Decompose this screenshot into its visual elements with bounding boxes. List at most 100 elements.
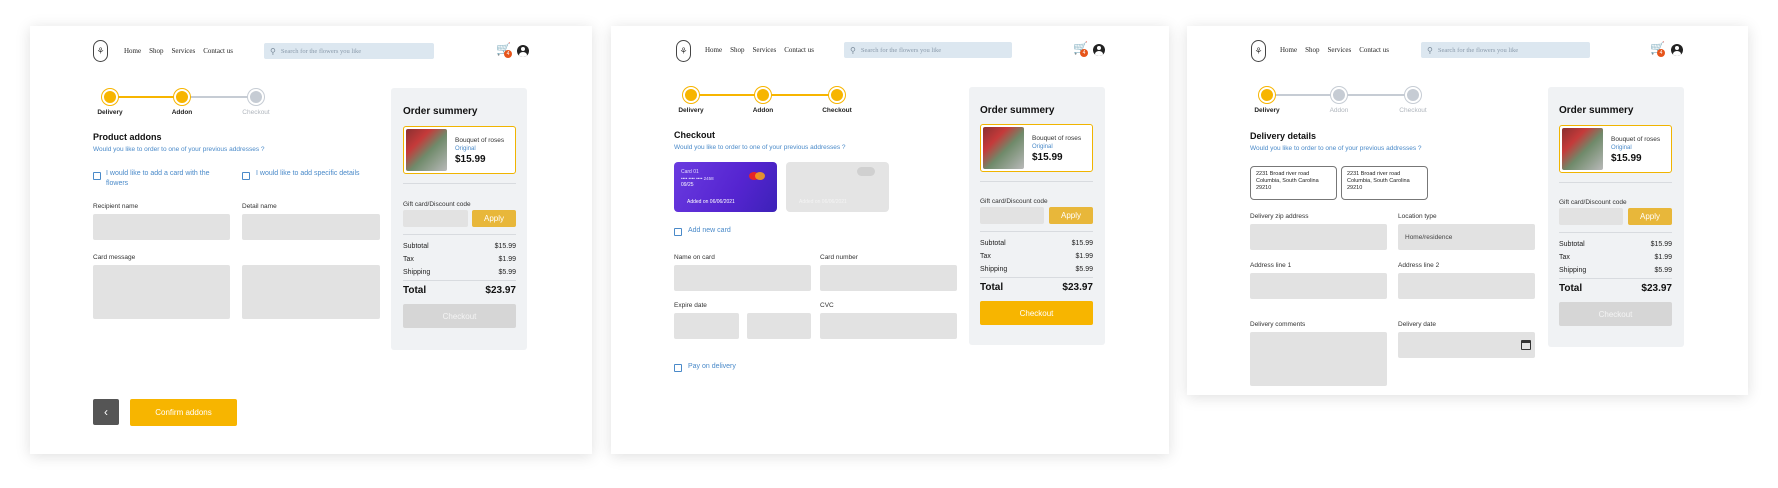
summary-title: Order summery [403, 106, 478, 117]
section-subtitle: Would you like to order to one of your p… [674, 144, 846, 151]
card2-added: Added on 06/06/2021 [799, 199, 847, 205]
divider [980, 277, 1093, 278]
tax-row: Tax $1.99 [1559, 254, 1672, 261]
step-dot-delivery [1259, 87, 1275, 103]
step-dot-addon [755, 87, 771, 103]
nav-home[interactable]: Home [1280, 46, 1297, 54]
calendar-icon[interactable] [1521, 340, 1531, 350]
shipping-row: Shipping $5.99 [403, 269, 516, 276]
search-icon: ⚲ [270, 46, 276, 56]
summary-title: Order summery [980, 105, 1055, 116]
expire-year-input[interactable] [747, 313, 811, 339]
zip-input[interactable] [1250, 224, 1387, 250]
main-nav: Home Shop Services Contact us [705, 46, 814, 54]
delivery-date-input[interactable] [1398, 332, 1535, 358]
nav-home[interactable]: Home [705, 46, 722, 54]
confirm-addons-button[interactable]: Confirm addons [130, 399, 237, 426]
add-new-card-label[interactable]: Add new card [688, 226, 731, 236]
location-type-select[interactable]: Home/residence [1398, 224, 1535, 250]
card2-logo-icon [857, 167, 875, 176]
apply-button[interactable]: Apply [472, 210, 516, 227]
card1-expiry: 09/25 [681, 182, 694, 188]
address-line-1-input[interactable] [1250, 273, 1387, 299]
nav-services[interactable]: Services [1328, 46, 1352, 54]
user-avatar-icon[interactable] [1093, 44, 1105, 56]
divider [1559, 232, 1672, 233]
gift-code-input[interactable] [403, 210, 468, 227]
apply-button[interactable]: Apply [1628, 208, 1672, 225]
nav-services[interactable]: Services [172, 47, 196, 55]
product-variant: Original [1032, 144, 1053, 150]
nav-shop[interactable]: Shop [730, 46, 744, 54]
shipping-row: Shipping $5.99 [980, 266, 1093, 273]
nav-shop[interactable]: Shop [149, 47, 163, 55]
back-button[interactable]: ‹ [93, 399, 119, 425]
main-nav: Home Shop Services Contact us [1280, 46, 1389, 54]
cvc-input[interactable] [820, 313, 957, 339]
card-number-input[interactable] [820, 265, 957, 291]
summary-title: Order summery [1559, 105, 1634, 116]
search-icon: ⚲ [850, 45, 856, 55]
pay-on-delivery-label[interactable]: Pay on delivery [688, 362, 736, 372]
add-card-option-label[interactable]: I would like to add a card with the flow… [106, 169, 231, 189]
divider [403, 234, 516, 235]
recipient-name-input[interactable] [93, 214, 230, 240]
checkout-button[interactable]: Checkout [980, 301, 1093, 325]
detail-name-input[interactable] [242, 214, 380, 240]
saved-address-1[interactable]: 2231 Broad river road Columbia, South Ca… [1250, 166, 1337, 200]
recipient-label: Recipient name [93, 203, 139, 210]
search-input[interactable]: ⚲ Search for the flowers you like [1421, 42, 1590, 58]
search-input[interactable]: ⚲ Search for the flowers you like [844, 42, 1012, 58]
search-input[interactable]: ⚲ Search for the flowers you like [264, 43, 434, 59]
gift-code-input[interactable] [1559, 208, 1623, 225]
expire-month-input[interactable] [674, 313, 739, 339]
add-card-checkbox[interactable] [93, 172, 101, 180]
logo[interactable]: ⚘ [1251, 40, 1266, 62]
step-dot-addon [174, 89, 190, 105]
nav-home[interactable]: Home [124, 47, 141, 55]
step-label-checkout: Checkout [1399, 107, 1427, 114]
checkout-button[interactable]: Checkout [403, 304, 516, 328]
address-line-2-label: Address line 2 [1398, 262, 1440, 269]
user-avatar-icon[interactable] [517, 45, 529, 57]
step-line-2 [763, 94, 837, 96]
shipping-row: Shipping $5.99 [1559, 267, 1672, 274]
card-message-input[interactable] [93, 265, 230, 319]
add-details-option-label[interactable]: I would like to add specific details [256, 169, 366, 179]
nav-contact[interactable]: Contact us [784, 46, 814, 54]
nav-contact[interactable]: Contact us [1359, 46, 1389, 54]
cart-badge: 4 [1657, 49, 1665, 57]
location-type-label: Location type [1398, 213, 1437, 220]
delivery-comments-input[interactable] [1250, 332, 1387, 386]
pay-on-delivery-checkbox[interactable] [674, 364, 682, 372]
add-details-checkbox[interactable] [242, 172, 250, 180]
product-name: Bouquet of roses [1611, 136, 1661, 143]
product-image [983, 127, 1024, 169]
nav-contact[interactable]: Contact us [203, 47, 233, 55]
add-new-card-checkbox[interactable] [674, 228, 682, 236]
section-title: Checkout [674, 130, 716, 140]
nav-services[interactable]: Services [753, 46, 777, 54]
card-message-input-2[interactable] [242, 265, 380, 319]
nav-shop[interactable]: Shop [1305, 46, 1319, 54]
name-on-card-input[interactable] [674, 265, 811, 291]
gift-code-input[interactable] [980, 207, 1044, 224]
section-title: Product addons [93, 132, 162, 142]
user-avatar-icon[interactable] [1671, 44, 1683, 56]
card1-added: Added on 06/06/2021 [687, 199, 735, 205]
logo[interactable]: ⚘ [676, 40, 691, 62]
product-image [406, 129, 447, 171]
checkout-button[interactable]: Checkout [1559, 302, 1672, 326]
saved-address-2[interactable]: 2231 Broad river road Columbia, South Ca… [1341, 166, 1428, 200]
delivery-date-label: Delivery date [1398, 321, 1436, 328]
product-price: $15.99 [1032, 152, 1063, 163]
step-label-checkout: Checkout [242, 109, 270, 116]
zip-label: Delivery zip address [1250, 213, 1309, 220]
apply-button[interactable]: Apply [1049, 207, 1093, 224]
gift-code-label: Gift card/Discount code [1559, 199, 1627, 206]
delivery-comments-label: Delivery comments [1250, 321, 1306, 328]
address-line-2-input[interactable] [1398, 273, 1535, 299]
logo[interactable]: ⚘ [93, 40, 108, 62]
gift-code-label: Gift card/Discount code [980, 198, 1048, 205]
divider [1559, 278, 1672, 279]
